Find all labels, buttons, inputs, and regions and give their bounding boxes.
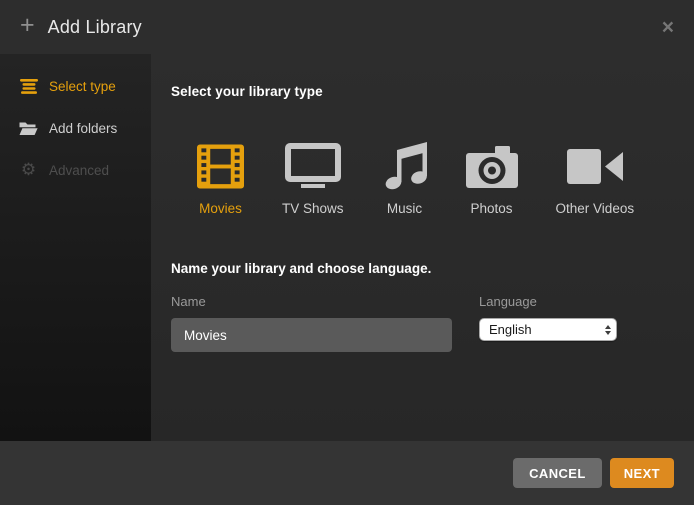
- sidebar-item-label: Select type: [49, 79, 116, 94]
- select-type-icon: [19, 79, 38, 94]
- next-button[interactable]: NEXT: [610, 458, 674, 488]
- library-type-photos[interactable]: Photos: [466, 140, 518, 216]
- language-field-label: Language: [479, 294, 617, 309]
- music-note-icon: [382, 140, 428, 192]
- select-stepper-icon: [605, 325, 611, 335]
- tv-icon: [285, 140, 341, 192]
- name-section-title: Name your library and choose language.: [171, 261, 694, 276]
- section-title: Select your library type: [171, 84, 694, 99]
- add-library-dialog: + Add Library × Select type: [0, 0, 694, 505]
- video-camera-icon: [567, 140, 623, 192]
- language-select[interactable]: English: [479, 318, 617, 341]
- camera-icon: [466, 140, 518, 192]
- dialog-title: Add Library: [48, 17, 142, 38]
- movies-filmstrip-icon: [197, 140, 244, 192]
- library-type-label: Music: [387, 201, 422, 216]
- cancel-button[interactable]: CANCEL: [513, 458, 602, 488]
- library-type-movies[interactable]: Movies: [197, 140, 244, 216]
- plus-icon: +: [20, 14, 35, 37]
- library-type-music[interactable]: Music: [382, 140, 428, 216]
- library-type-label: Other Videos: [556, 201, 635, 216]
- sidebar-item-add-folders[interactable]: Add folders: [0, 107, 151, 149]
- sidebar: Select type Add folders ⚙ Advanced: [0, 54, 151, 441]
- dialog-header: + Add Library ×: [0, 0, 694, 54]
- main-content: Select your library type: [151, 54, 694, 441]
- name-field-label: Name: [171, 294, 452, 309]
- gear-icon: ⚙: [19, 162, 38, 179]
- library-type-other-videos[interactable]: Other Videos: [556, 140, 635, 216]
- library-type-tv-shows[interactable]: TV Shows: [282, 140, 344, 216]
- sidebar-item-select-type[interactable]: Select type: [0, 65, 151, 107]
- folder-icon: [19, 121, 38, 136]
- sidebar-item-label: Add folders: [49, 121, 117, 136]
- sidebar-item-label: Advanced: [49, 163, 109, 178]
- library-type-label: Photos: [471, 201, 513, 216]
- library-name-input[interactable]: [171, 318, 452, 352]
- language-select-value: English: [489, 322, 532, 337]
- close-icon[interactable]: ×: [662, 17, 674, 38]
- library-type-label: Movies: [199, 201, 242, 216]
- form-fields: Name Language English: [171, 294, 694, 352]
- sidebar-item-advanced: ⚙ Advanced: [0, 149, 151, 191]
- library-type-label: TV Shows: [282, 201, 344, 216]
- library-type-row: Movies TV Shows: [171, 140, 694, 216]
- dialog-footer: CANCEL NEXT: [0, 441, 694, 505]
